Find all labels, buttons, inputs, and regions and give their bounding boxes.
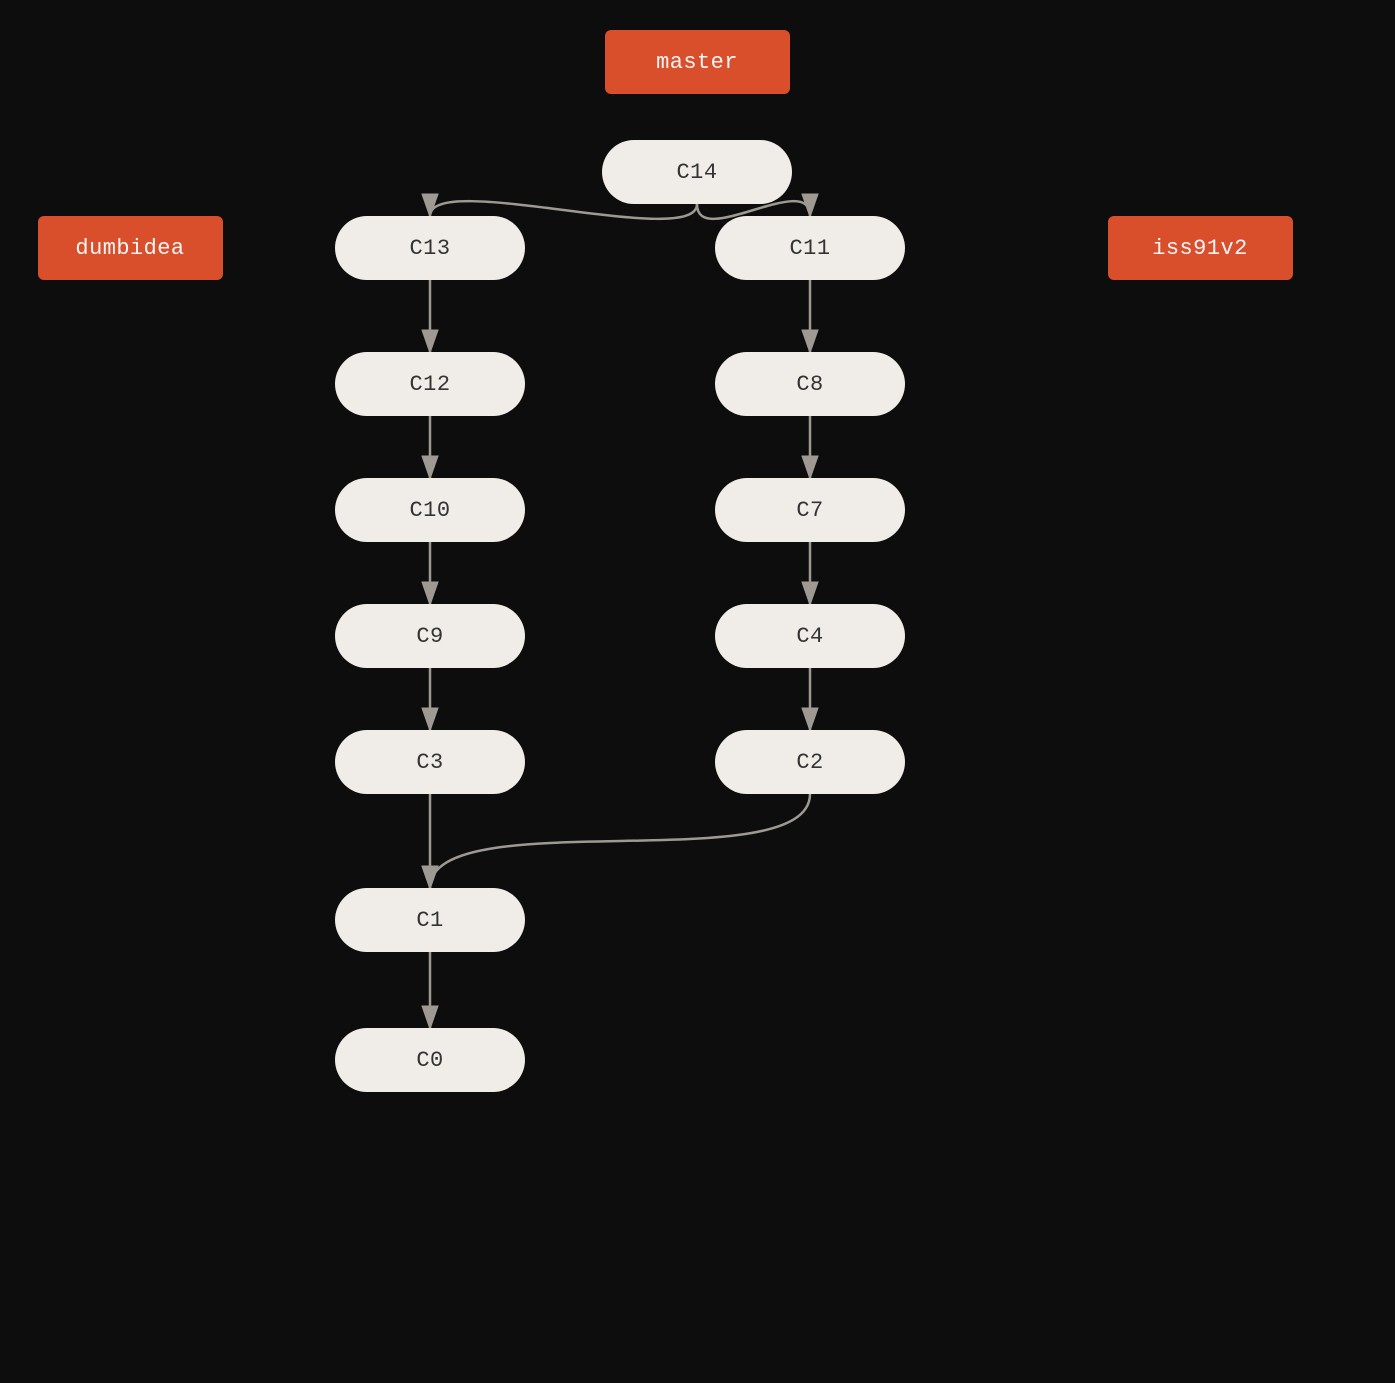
node-c14: C14: [602, 140, 792, 204]
node-c13: C13: [335, 216, 525, 280]
connections-svg: [0, 0, 1395, 1383]
node-dumbidea: dumbidea: [38, 216, 223, 280]
diagram-container: master C14 dumbidea C13 C11 iss91v2 C12 C8 C10 C7…: [0, 0, 1395, 1383]
node-c2: C2: [715, 730, 905, 794]
node-master: master: [605, 30, 790, 94]
node-c3: C3: [335, 730, 525, 794]
node-c4: C4: [715, 604, 905, 668]
node-c0: C0: [335, 1028, 525, 1092]
node-c11: C11: [715, 216, 905, 280]
node-c1: C1: [335, 888, 525, 952]
node-c8: C8: [715, 352, 905, 416]
node-c10: C10: [335, 478, 525, 542]
node-c9: C9: [335, 604, 525, 668]
node-c7: C7: [715, 478, 905, 542]
node-c12: C12: [335, 352, 525, 416]
node-iss91v2: iss91v2: [1108, 216, 1293, 280]
